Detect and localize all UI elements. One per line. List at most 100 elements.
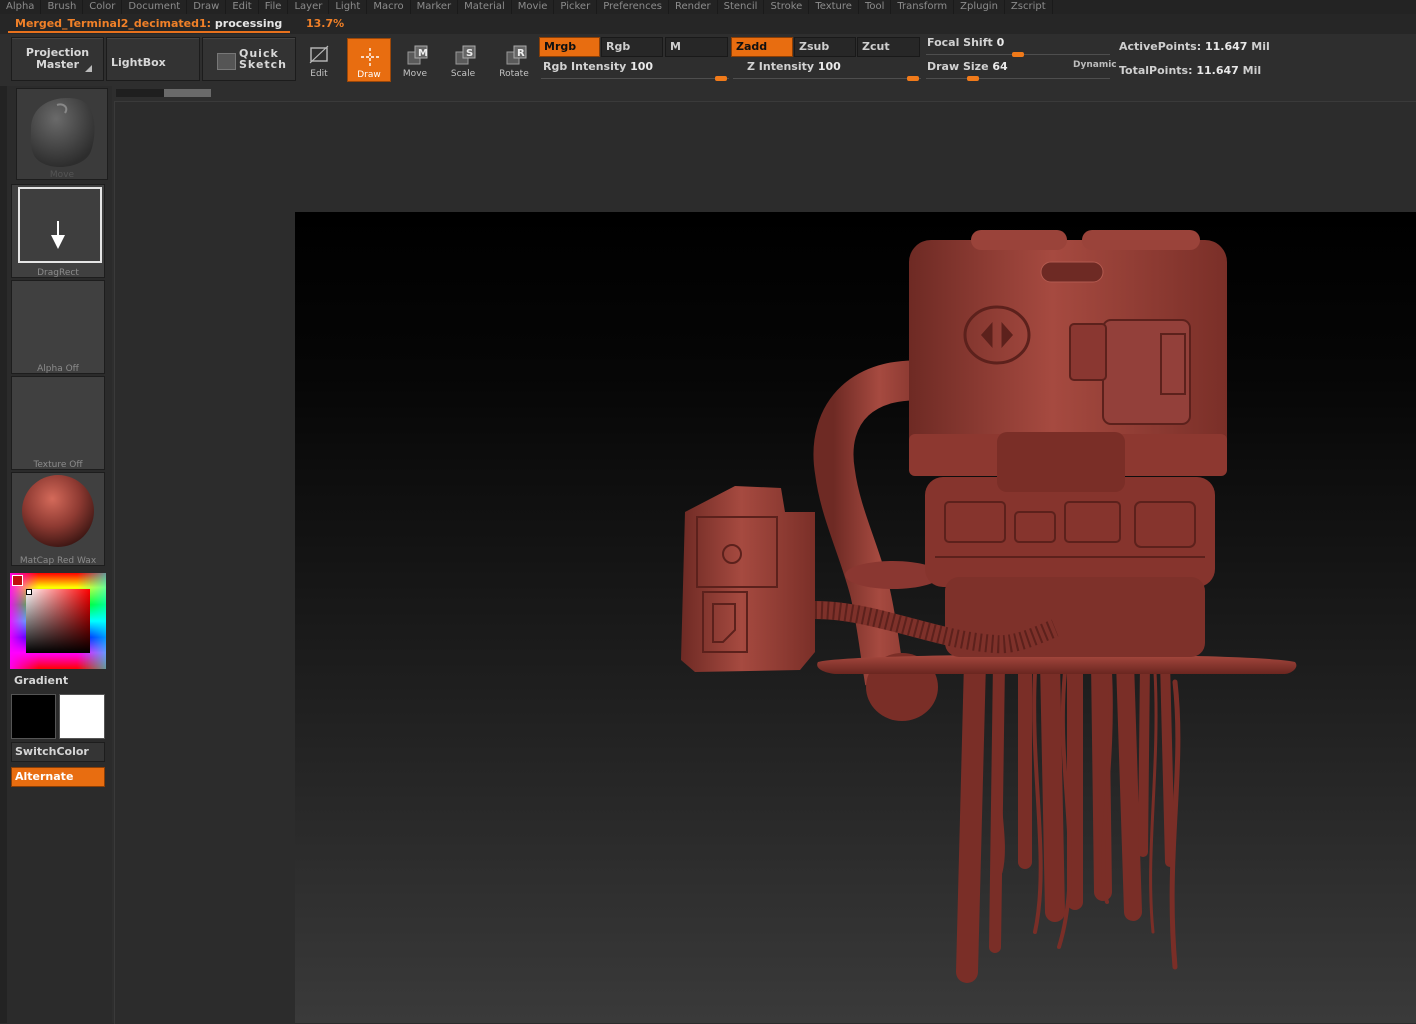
lightbox-button[interactable]: LightBox [106,37,200,81]
move-brush-icon [30,98,95,168]
color-picker[interactable] [10,573,106,669]
draw-size-track[interactable] [926,78,1110,79]
menu-item-movie[interactable]: Movie [512,0,555,14]
draw-mode-button[interactable]: Draw [347,38,391,82]
menu-item-draw[interactable]: Draw [187,0,227,14]
scale-icon: S [455,45,476,65]
zsub-button[interactable]: Zsub [794,37,856,57]
zcut-button[interactable]: Zcut [857,37,920,57]
processing-state: processing [214,17,283,30]
projection-master-button[interactable]: Projection Master [11,37,104,81]
sculpt-model[interactable] [295,212,1416,1023]
rgb-intensity-label: Rgb Intensity 100 [543,60,654,73]
document-scroll-thumb[interactable] [164,89,211,97]
alternate-button[interactable]: Alternate [11,767,105,787]
main-color-swatch [12,575,23,586]
texture-selector[interactable]: Texture Off [11,376,105,470]
quick-sketch-button[interactable]: Quick Sketch [202,37,296,81]
quick-sketch-icon [217,53,236,70]
zadd-button[interactable]: Zadd [731,37,793,57]
gradient-label[interactable]: Gradient [14,674,68,687]
material-selector[interactable]: MatCap Red Wax [11,472,105,566]
corner-arrow-icon [85,65,92,72]
menu-item-preferences[interactable]: Preferences [597,0,670,14]
dynamic-toggle[interactable]: Dynamic [1073,60,1117,70]
menu-item-zscript[interactable]: Zscript [1005,0,1053,14]
quick-sketch-label-2: Sketch [239,58,288,71]
alpha-selector[interactable]: Alpha Off [11,280,105,374]
tool-status: Merged_Terminal2_decimated1: processing [8,17,290,33]
switch-color-button[interactable]: SwitchColor [11,742,105,762]
document-canvas[interactable] [295,212,1416,1023]
primary-color-swatch[interactable] [11,694,56,739]
menu-item-render[interactable]: Render [669,0,718,14]
edit-mode-button[interactable]: Edit [297,38,341,82]
m-button[interactable]: M [665,37,728,57]
menu-item-brush[interactable]: Brush [41,0,84,14]
left-shelf: Move DragRect Alpha Off Texture Off MatC… [0,86,112,1023]
focal-shift-slider[interactable] [1012,52,1024,57]
current-tool-name: Merged_Terminal2_decimated1: [15,17,212,30]
menu-item-stroke[interactable]: Stroke [764,0,810,14]
stroke-selector[interactable]: DragRect [11,184,105,278]
z-intensity-slider[interactable] [907,76,919,81]
rgb-intensity-slider[interactable] [715,76,727,81]
brush-label: Move [49,170,75,180]
side-connector [1069,323,1107,381]
draw-mode-label: Draw [357,70,381,80]
document-scrollbar[interactable] [116,89,211,97]
menu-item-file[interactable]: File [259,0,289,14]
move-mode-label: Move [402,69,428,79]
rgb-intensity-track[interactable] [541,78,729,79]
scale-mode-button[interactable]: S Scale [441,38,485,82]
brush-selector[interactable]: Move [16,88,108,180]
engine-block [925,477,1215,587]
menu-item-light[interactable]: Light [329,0,368,14]
neck [997,432,1125,492]
progress-percent: 13.7% [306,17,345,30]
draw-size-label: Draw Size 64 [927,60,1008,73]
stroke-label: DragRect [37,268,79,278]
scale-mode-label: Scale [450,69,476,79]
menu-item-transform[interactable]: Transform [891,0,955,14]
menu-item-stencil[interactable]: Stencil [718,0,765,14]
draw-icon [361,48,379,66]
menu-item-marker[interactable]: Marker [411,0,459,14]
status-line: Merged_Terminal2_decimated1: processing … [0,14,1416,34]
move-mode-button[interactable]: M Move [393,38,437,82]
z-intensity-track[interactable] [733,78,921,79]
menu-item-color[interactable]: Color [83,0,123,14]
svg-text:R: R [517,48,525,59]
menu-item-material[interactable]: Material [458,0,512,14]
menu-item-tool[interactable]: Tool [859,0,892,14]
rotate-mode-button[interactable]: R Rotate [492,38,536,82]
top-box-slot [1040,261,1104,283]
left-edge-strip [0,86,7,1023]
menu-item-texture[interactable]: Texture [809,0,859,14]
mrgb-button[interactable]: Mrgb [539,37,600,57]
lightbox-label: LightBox [111,56,166,69]
svg-text:M: M [418,48,428,59]
top-shelf: Projection Master LightBox Quick Sketch … [0,34,1416,86]
menu-item-document[interactable]: Document [122,0,188,14]
secondary-color-swatch[interactable] [59,694,105,739]
top-box-cap-right [1082,230,1200,250]
alpha-label: Alpha Off [37,364,79,374]
move-icon: M [407,45,428,65]
edit-mode-label: Edit [310,69,328,79]
menu-item-edit[interactable]: Edit [226,0,259,14]
menu-item-zplugin[interactable]: Zplugin [954,0,1005,14]
menu-item-macro[interactable]: Macro [367,0,411,14]
menu-item-layer[interactable]: Layer [288,0,330,14]
top-box-cap-left [971,230,1067,250]
menu-item-picker[interactable]: Picker [554,0,598,14]
down-arrow-icon [51,221,65,249]
menu-item-alpha[interactable]: Alpha [0,0,42,14]
rotate-icon: R [506,45,527,65]
main-menu-bar: Alpha Brush Color Document Draw Edit File Layer… [0,0,1416,14]
rgb-button[interactable]: Rgb [601,37,663,57]
texture-label: Texture Off [33,460,83,470]
draw-size-slider[interactable] [967,76,979,81]
saturation-value-square[interactable] [26,589,90,653]
rotate-mode-label: Rotate [499,69,529,79]
